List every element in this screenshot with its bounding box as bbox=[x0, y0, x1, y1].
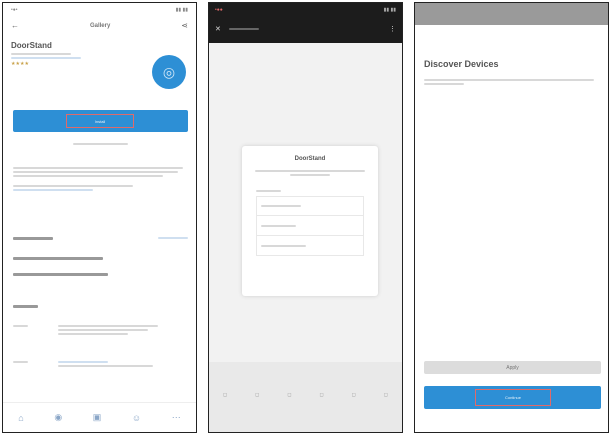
info-block-1 bbox=[13, 323, 188, 337]
row-label bbox=[13, 257, 103, 260]
bottom-nav: ⌂ ◉ ▣ ☺ ⋯ bbox=[3, 402, 196, 432]
row-device-info[interactable] bbox=[13, 235, 188, 242]
key-icon[interactable]: ◻ bbox=[352, 392, 356, 398]
key-icon[interactable]: ◻ bbox=[319, 392, 323, 398]
keyboard-row: ◻ ◻ ◻ ◻ ◻ ◻ bbox=[209, 362, 402, 398]
row-question-1[interactable] bbox=[13, 255, 188, 262]
close-icon[interactable]: ✕ bbox=[215, 25, 221, 33]
key-icon[interactable]: ◻ bbox=[255, 392, 259, 398]
dialog-option-3[interactable] bbox=[256, 236, 364, 256]
menu-icon[interactable]: ⋮ bbox=[389, 25, 396, 33]
dialog-description bbox=[252, 170, 368, 176]
page-description bbox=[424, 79, 599, 85]
status-bar: •●● ▮▮ ▮▮ bbox=[215, 3, 396, 17]
status-icons-right: ▮▮ ▮▮ bbox=[383, 7, 396, 13]
continue-button[interactable]: Continue bbox=[424, 386, 601, 409]
info-block-2 bbox=[13, 359, 188, 369]
nav-account-icon[interactable]: ☺ bbox=[132, 413, 141, 423]
status-bar: •●• ▮▮ ▮▮ bbox=[3, 3, 196, 17]
install-button-highlight[interactable]: Install bbox=[66, 114, 134, 128]
apply-button[interactable]: Apply bbox=[424, 361, 601, 374]
permission-dialog-screen: •●● ▮▮ ▮▮ ✕ ⋮ DoorStand ◻ ◻ ◻ ◻ ◻ ◻ bbox=[208, 2, 403, 433]
dialog: DoorStand bbox=[242, 146, 378, 296]
browser-bar: ✕ ⋮ bbox=[215, 17, 396, 41]
app-name: DoorStand bbox=[11, 41, 52, 50]
section-label bbox=[13, 305, 38, 308]
status-icons-right: ▮▮ ▮▮ bbox=[175, 7, 188, 13]
status-icons-left: •●● bbox=[215, 7, 223, 13]
app-icon: ◎ bbox=[152, 55, 186, 89]
nav-apps-icon[interactable]: ◉ bbox=[54, 412, 62, 423]
discover-devices-screen: Discover Devices Apply Continue bbox=[414, 2, 609, 433]
section-heading bbox=[13, 303, 188, 310]
dialog-title: DoorStand bbox=[294, 156, 326, 162]
row-link[interactable] bbox=[158, 237, 188, 239]
row-label bbox=[13, 273, 108, 276]
app-description bbox=[13, 165, 188, 193]
key-icon[interactable]: ◻ bbox=[223, 392, 227, 398]
app-detail-screen: •●• ▮▮ ▮▮ ← Gallery ⋖ DoorStand ★★★★ ◎ I… bbox=[2, 2, 197, 433]
key-icon[interactable]: ◻ bbox=[384, 392, 388, 398]
nav-games-icon[interactable]: ▣ bbox=[93, 412, 102, 423]
dialog-section-label bbox=[256, 190, 364, 192]
nav-more-icon[interactable]: ⋯ bbox=[172, 412, 181, 423]
header-title: Gallery bbox=[89, 23, 111, 29]
page-title: Discover Devices bbox=[424, 59, 499, 69]
status-bar bbox=[415, 3, 608, 25]
dialog-option-1[interactable] bbox=[256, 196, 364, 216]
nav-home-icon[interactable]: ⌂ bbox=[18, 413, 23, 423]
continue-button-highlight[interactable]: Continue bbox=[475, 389, 551, 406]
install-button[interactable]: Install bbox=[13, 110, 188, 132]
row-question-2[interactable] bbox=[13, 271, 188, 278]
install-note bbox=[73, 141, 128, 147]
dialog-option-2[interactable] bbox=[256, 216, 364, 236]
dark-header: •●● ▮▮ ▮▮ ✕ ⋮ bbox=[209, 3, 402, 43]
status-icons-left: •●• bbox=[11, 7, 18, 13]
top-bar: ← Gallery ⋖ bbox=[3, 17, 196, 35]
back-icon[interactable]: ← bbox=[11, 22, 19, 30]
share-icon[interactable]: ⋖ bbox=[181, 22, 188, 30]
url-text bbox=[228, 26, 389, 32]
key-icon[interactable]: ◻ bbox=[287, 392, 291, 398]
row-label bbox=[13, 237, 53, 240]
keyboard-area: ◻ ◻ ◻ ◻ ◻ ◻ bbox=[209, 362, 402, 432]
